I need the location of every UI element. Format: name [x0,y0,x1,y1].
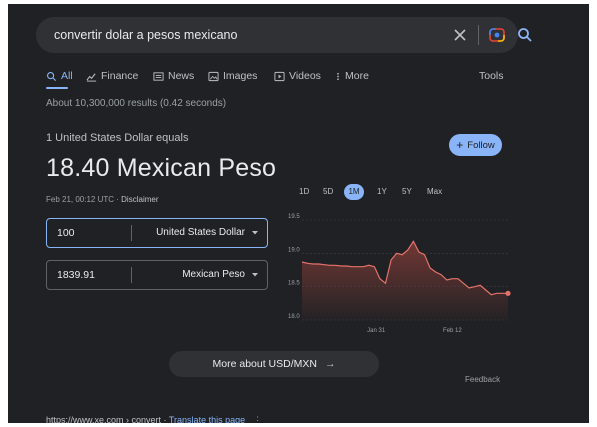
tab-label: Finance [101,70,139,82]
result-source: https://www.xe.com › convert · Translate… [46,415,262,423]
finance-icon [86,72,97,82]
tab-all[interactable]: All [46,66,73,86]
url-separator: · [161,415,169,423]
search-tabs: All Finance News Images Videos More [46,66,546,90]
google-lens-icon[interactable] [487,25,507,45]
conversion-caption: 1 United States Dollar equals [46,132,189,144]
to-currency-row: 1839.91 Mexican Peso [46,260,268,290]
tab-label: Videos [289,70,321,82]
follow-button[interactable]: + Follow [449,134,502,156]
from-amount-input[interactable]: 100 [57,219,75,247]
tab-finance[interactable]: Finance [86,66,138,86]
more-vert-icon [337,72,339,80]
range-1d[interactable]: 1D [299,184,309,200]
range-5y[interactable]: 5Y [402,184,412,200]
y-tick-label: 19.5 [288,214,300,220]
exchange-rate-chart: 18.0 18.5 19.0 19.5 Jan 31 Feb 12 [288,214,511,334]
field-divider [131,225,132,241]
active-tab-indicator [46,87,68,89]
disclaimer-link[interactable]: Disclaimer [121,195,158,204]
news-icon [153,71,164,81]
clear-icon[interactable] [450,25,470,45]
field-divider [131,267,132,283]
tab-label: Images [223,70,258,82]
from-currency-select[interactable]: United States Dollar [156,219,245,247]
search-icon[interactable] [515,25,535,45]
y-tick-label: 19.0 [288,247,300,253]
x-tick-label: Feb 12 [443,328,462,334]
chevron-down-icon[interactable] [251,230,259,236]
video-icon [274,71,285,81]
more-about-button[interactable]: More about USD/MXN → [169,351,379,377]
tab-label: All [61,70,73,82]
timestamp-text: Feb 21, 00:12 UTC [46,195,115,204]
feedback-link[interactable]: Feedback [465,375,500,384]
plus-icon: + [456,138,464,152]
tools-button[interactable]: Tools [479,66,504,86]
x-tick-label: Jan 31 [367,328,386,334]
search-icon [47,71,57,81]
current-point [505,290,511,296]
range-1y[interactable]: 1Y [377,184,387,200]
arrow-right-icon: → [324,358,336,370]
tab-news[interactable]: News [153,66,194,86]
search-results-page: convertir dolar a pesos mexicano All Fin… [8,4,589,423]
range-1m[interactable]: 1M [344,184,364,200]
range-5d[interactable]: 5D [323,184,333,200]
translate-link[interactable]: Translate this page [169,415,245,423]
search-input[interactable]: convertir dolar a pesos mexicano [54,17,237,53]
range-max[interactable]: Max [427,184,442,200]
from-currency-row: 100 United States Dollar [46,218,268,248]
rate-timestamp: Feb 21, 00:12 UTC · Disclaimer [46,195,159,204]
to-amount-input[interactable]: 1839.91 [57,261,95,289]
search-bar-divider [478,25,479,45]
chart-range-selector: 1D 5D 1M 1Y 5Y Max [293,184,503,202]
tab-label: More [345,70,369,82]
follow-label: Follow [467,139,495,151]
tab-more[interactable]: More [335,66,369,86]
to-currency-select[interactable]: Mexican Peso [182,261,245,289]
more-about-label: More about USD/MXN [212,358,317,370]
tab-videos[interactable]: Videos [274,66,321,86]
search-bar[interactable]: convertir dolar a pesos mexicano [36,17,532,53]
y-tick-label: 18.0 [288,314,300,320]
result-menu-icon[interactable]: ⋮ [253,415,262,423]
exchange-rate: 18.40 Mexican Peso [46,154,277,182]
chevron-down-icon[interactable] [251,272,259,278]
image-icon [208,71,219,81]
result-url[interactable]: https://www.xe.com › convert [46,415,161,423]
tab-images[interactable]: Images [208,66,257,86]
results-stats: About 10,300,000 results (0.42 seconds) [46,98,227,109]
y-tick-label: 18.5 [288,281,300,287]
tab-label: News [168,70,195,82]
